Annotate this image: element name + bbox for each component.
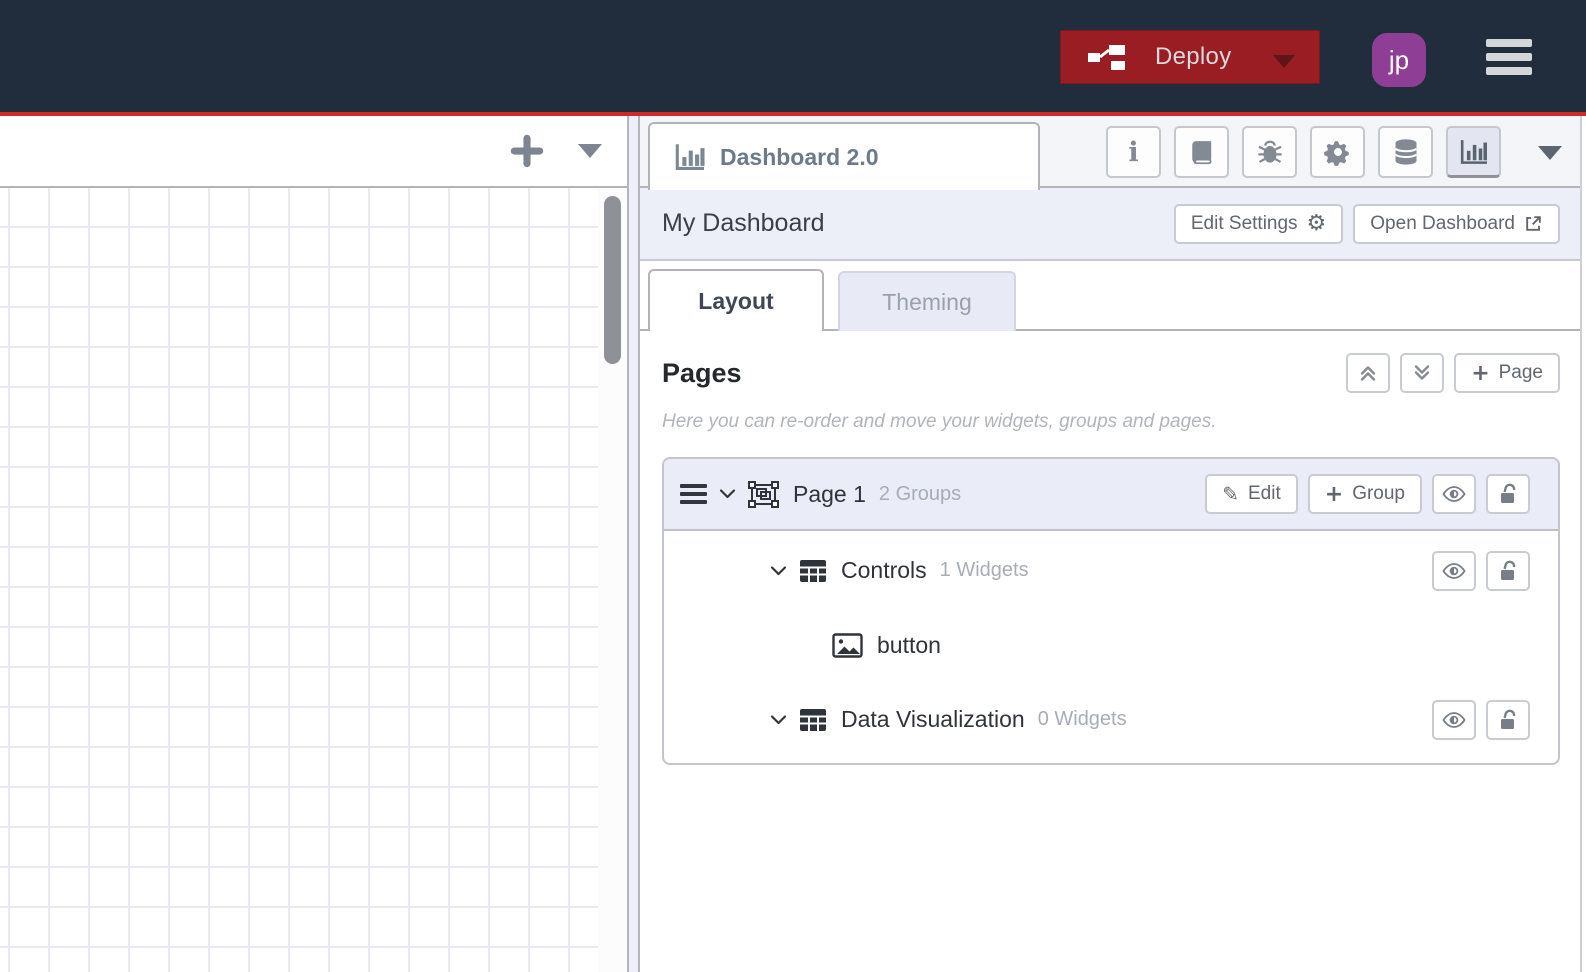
dashboard-header-row: My Dashboard Edit Settings ⚙ Open Dashbo… <box>640 188 1586 261</box>
widget-image-icon <box>832 632 863 658</box>
layout-tab-content: Pages + Page Here you can re-order and m… <box>640 331 1586 765</box>
info-icon[interactable]: i <box>1106 126 1161 178</box>
collapse-all-button[interactable] <box>1346 353 1391 393</box>
eye-icon <box>1442 562 1466 580</box>
dashboard-chart-icon[interactable] <box>1446 126 1501 178</box>
flow-tab-bar <box>0 116 627 188</box>
pencil-icon: ✎ <box>1222 482 1239 506</box>
user-avatar[interactable]: jp <box>1372 33 1426 87</box>
add-flow-icon[interactable] <box>508 132 546 170</box>
group-row-controls[interactable]: Controls 1 Widgets <box>664 533 1558 608</box>
debug-bug-icon[interactable] <box>1242 126 1297 178</box>
panel-splitter[interactable] <box>627 116 640 972</box>
chevron-down-icon[interactable] <box>719 488 736 500</box>
dashboard-name: My Dashboard <box>662 209 825 237</box>
add-page-button[interactable]: + Page <box>1454 353 1560 393</box>
group-meta: 0 Widgets <box>1037 708 1127 730</box>
tab-dashboard-title: Dashboard 2.0 <box>720 143 879 170</box>
node-red-editor: Deploy jp Dashboard 2.0 i My Dashboard E… <box>0 0 1586 972</box>
main-menu-button[interactable] <box>1486 39 1532 75</box>
page-card: Page 1 2 Groups ✎ Edit + Group Controls … <box>662 457 1560 765</box>
group-visibility-button[interactable] <box>1432 699 1476 740</box>
page-visibility-button[interactable] <box>1432 474 1476 514</box>
group-table-icon <box>799 708 827 732</box>
widget-row-button[interactable]: button <box>664 608 1558 682</box>
bar-chart-icon <box>674 143 706 171</box>
deploy-label: Deploy <box>1155 43 1232 70</box>
page-name: Page 1 <box>793 480 866 507</box>
eye-icon <box>1442 711 1466 729</box>
sidebar-scrollbar-track <box>1580 116 1586 972</box>
page-meta: 2 Groups <box>878 482 962 505</box>
sidebar-panel: Dashboard 2.0 i My Dashboard Edit Settin… <box>640 116 1586 972</box>
external-link-icon <box>1524 214 1543 233</box>
widget-name: button <box>877 631 941 658</box>
context-database-icon[interactable] <box>1378 126 1433 178</box>
unlock-icon <box>1498 709 1518 731</box>
gear-icon: ⚙ <box>1306 211 1327 236</box>
group-visibility-button[interactable] <box>1432 550 1476 591</box>
group-name: Data Visualization <box>841 706 1025 732</box>
unlock-icon <box>1498 483 1518 505</box>
edit-settings-button[interactable]: Edit Settings ⚙ <box>1173 203 1344 244</box>
deploy-button[interactable]: Deploy <box>1060 30 1320 84</box>
object-group-icon <box>748 480 779 508</box>
group-meta: 1 Widgets <box>939 559 1029 581</box>
flow-canvas-grid[interactable] <box>0 188 598 972</box>
group-lock-button[interactable] <box>1486 550 1530 591</box>
page-groups-list: Controls 1 Widgets button Data Visualiza… <box>664 531 1558 763</box>
app-header: Deploy jp <box>0 0 1586 112</box>
open-dashboard-button[interactable]: Open Dashboard <box>1353 203 1560 244</box>
canvas-scrollbar-thumb[interactable] <box>604 196 621 364</box>
plus-icon: + <box>1471 360 1490 386</box>
sidebar-tab-strip: Dashboard 2.0 i <box>640 116 1586 190</box>
chevron-down-icon[interactable] <box>770 714 787 726</box>
layout-theming-tabs: Layout Theming <box>640 261 1586 331</box>
deploy-options-caret-icon[interactable] <box>1273 55 1295 68</box>
group-table-icon <box>799 559 827 583</box>
double-chevron-down-icon <box>1413 363 1431 383</box>
chevron-down-icon[interactable] <box>770 565 787 577</box>
deploy-nodes-icon <box>1087 42 1133 72</box>
unlock-icon <box>1498 560 1518 582</box>
help-book-icon[interactable] <box>1174 126 1229 178</box>
sidebar-toolbar: i <box>1106 126 1501 178</box>
tab-dashboard-2[interactable]: Dashboard 2.0 <box>648 122 1040 190</box>
tab-theming[interactable]: Theming <box>838 271 1016 331</box>
tab-layout[interactable]: Layout <box>648 269 824 331</box>
sidebar-tabs-caret-icon[interactable] <box>1538 146 1562 160</box>
plus-icon: + <box>1324 481 1344 507</box>
edit-page-button[interactable]: ✎ Edit <box>1205 474 1298 514</box>
drag-handle-icon[interactable] <box>680 484 707 504</box>
group-name: Controls <box>841 557 927 583</box>
group-row-data-visualization[interactable]: Data Visualization 0 Widgets <box>664 682 1558 757</box>
double-chevron-up-icon <box>1359 363 1377 383</box>
page-row[interactable]: Page 1 2 Groups ✎ Edit + Group <box>664 459 1558 531</box>
group-lock-button[interactable] <box>1486 699 1530 740</box>
page-lock-button[interactable] <box>1486 474 1530 514</box>
flow-workspace <box>0 116 640 972</box>
add-group-button[interactable]: + Group <box>1307 474 1422 514</box>
pages-section-title: Pages <box>662 357 742 388</box>
expand-all-button[interactable] <box>1400 353 1445 393</box>
flow-list-caret-icon[interactable] <box>578 144 602 158</box>
pages-header-row: Pages + Page <box>662 353 1560 393</box>
eye-icon <box>1442 485 1466 503</box>
config-gear-icon[interactable] <box>1310 126 1365 178</box>
pages-description: Here you can re-order and move your widg… <box>662 411 1217 432</box>
